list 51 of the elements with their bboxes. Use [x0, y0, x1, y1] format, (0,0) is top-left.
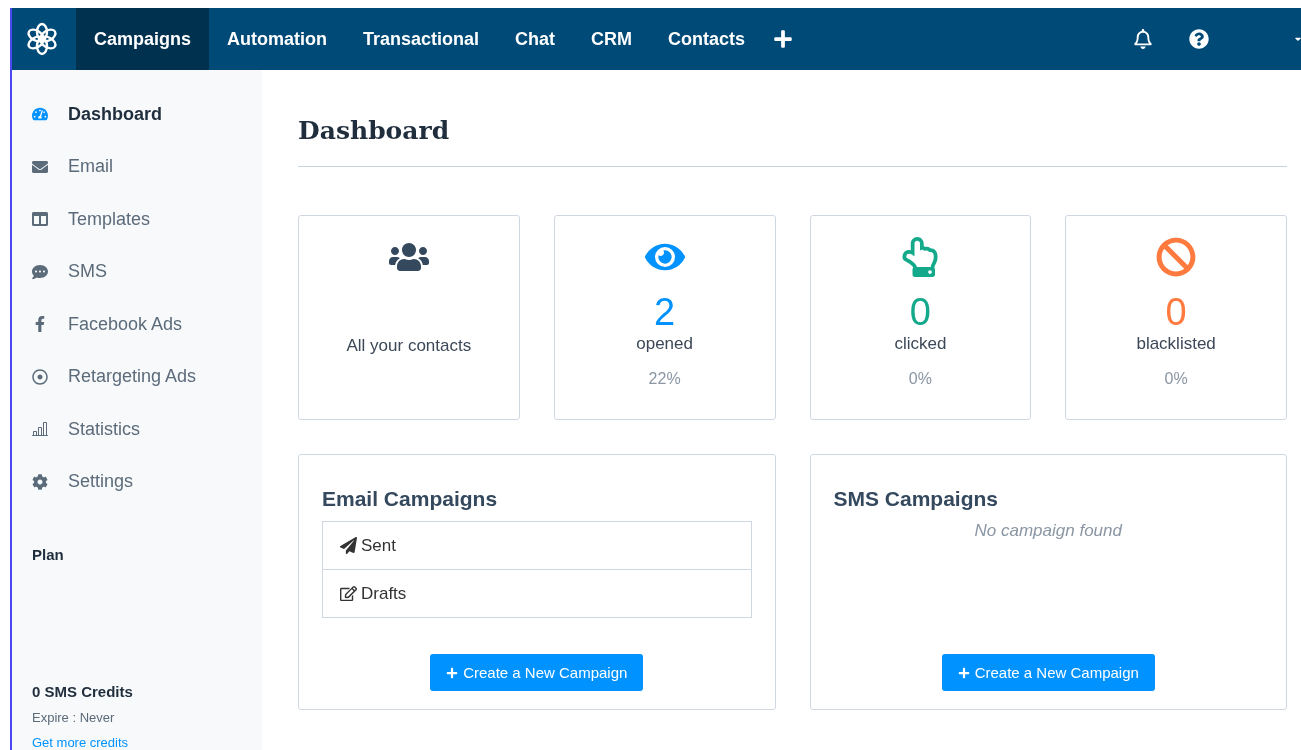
get-credits-link[interactable]: Get more credits — [32, 735, 129, 750]
templates-icon — [32, 211, 48, 228]
logo-icon — [24, 21, 60, 57]
sidebar-item[interactable]: Retargeting Ads — [32, 350, 262, 403]
nav-tab[interactable]: Transactional — [345, 8, 498, 70]
nav-tab[interactable]: CRM — [573, 8, 651, 70]
plus-icon — [957, 666, 970, 679]
sidebar-item[interactable]: Templates — [32, 193, 262, 246]
sms-icon — [32, 263, 48, 280]
stat-label: blacklisted — [1136, 334, 1216, 354]
plan-heading: Plan — [32, 546, 65, 563]
sidebar-item[interactable]: Statistics — [32, 403, 262, 456]
sidebar-item[interactable]: SMS — [32, 245, 262, 298]
card-title: SMS Campaigns — [833, 487, 1000, 511]
settings-icon — [32, 473, 48, 490]
nav-tab[interactable]: Automation — [209, 8, 345, 70]
campaign-list-item[interactable]: Sent — [323, 522, 751, 569]
stat-percent: 0% — [908, 370, 932, 388]
page-title: Dashboard — [298, 115, 451, 147]
statistics-icon — [32, 421, 48, 438]
create-campaign-button[interactable]: Create a New Campaign — [430, 654, 644, 691]
help-icon[interactable] — [1189, 29, 1209, 49]
sidebar-item[interactable]: Dashboard — [32, 88, 262, 141]
plus-icon[interactable] — [773, 29, 794, 49]
edit-icon — [340, 585, 357, 602]
nav-tab[interactable]: Contacts — [650, 8, 764, 70]
campaign-list-item[interactable]: Drafts — [323, 569, 751, 617]
stat-value: 0 — [909, 290, 931, 334]
nav-tab[interactable]: Campaigns — [76, 8, 210, 70]
create-campaign-button[interactable]: Create a New Campaign — [941, 654, 1155, 691]
stat-value: 2 — [654, 290, 676, 334]
paper-plane-icon — [340, 537, 357, 554]
stat-label: clicked — [894, 334, 947, 354]
stat-percent: 0% — [1164, 370, 1188, 388]
card-title: Email Campaigns — [322, 487, 499, 511]
stat-percent: 22% — [648, 370, 681, 388]
bell-icon[interactable] — [1133, 29, 1153, 49]
expire-text: Expire : Never — [32, 710, 116, 725]
nav-tab[interactable]: Chat — [497, 8, 574, 70]
stat-label: opened — [636, 334, 693, 354]
dashboard-icon — [32, 106, 48, 123]
plus-icon — [446, 666, 459, 679]
stat-value: 0 — [1165, 290, 1187, 334]
sidebar-item[interactable]: Email — [32, 140, 262, 193]
email-icon — [32, 158, 48, 175]
retargeting-icon — [32, 368, 48, 385]
empty-message: No campaign found — [973, 521, 1124, 541]
sms-credits: 0 SMS Credits — [32, 683, 134, 700]
sidebar-item[interactable]: Facebook Ads — [32, 298, 262, 351]
sidebar-item[interactable]: Settings — [32, 455, 262, 508]
stat-label: All your contacts — [346, 336, 472, 356]
